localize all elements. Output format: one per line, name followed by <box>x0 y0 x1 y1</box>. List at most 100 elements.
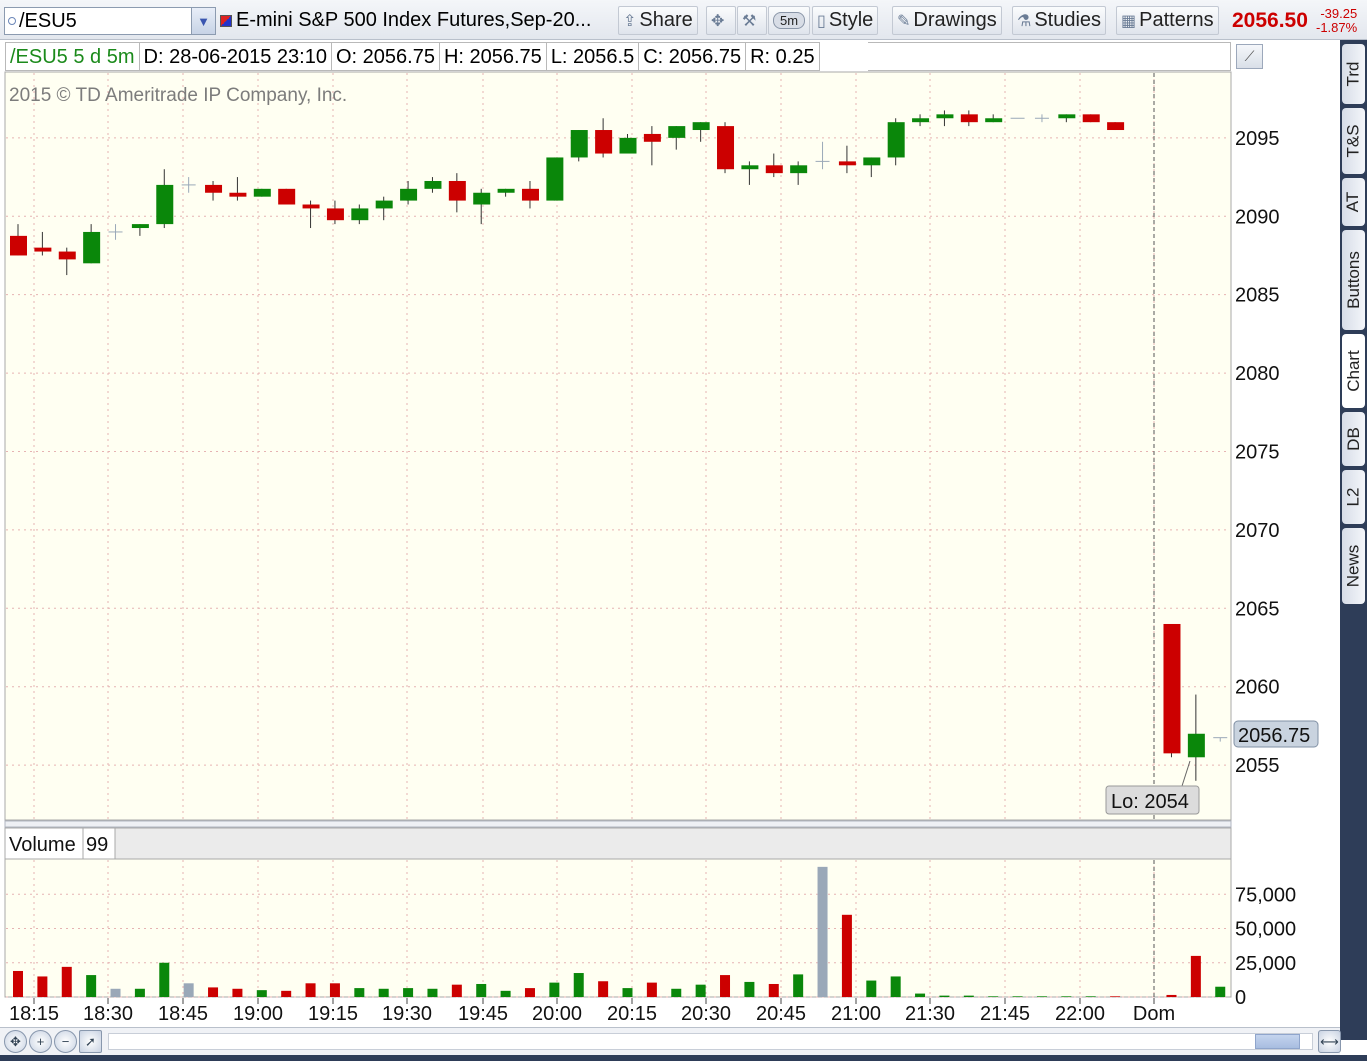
volume-bar <box>646 982 657 997</box>
price-tick-label: 2095 <box>1235 128 1280 150</box>
time-tick-label: 19:00 <box>233 1003 283 1025</box>
volume-tick-label: 0 <box>1235 987 1246 1009</box>
tab-trd[interactable]: Trd <box>1342 44 1365 104</box>
time-tick-label: 19:15 <box>308 1003 358 1025</box>
volume-bar <box>427 988 438 997</box>
volume-bar <box>110 988 121 997</box>
volume-bar <box>305 983 316 997</box>
volume-bar <box>915 993 926 997</box>
tab-buttons[interactable]: Buttons <box>1342 230 1365 330</box>
chart-area[interactable]: 2015 © TD Ameritrade IP Company, Inc. 20… <box>0 0 1340 1027</box>
panel-splitter[interactable] <box>4 820 1232 828</box>
scrollbar-thumb[interactable] <box>1255 1034 1300 1049</box>
copyright-text: 2015 © TD Ameritrade IP Company, Inc. <box>9 85 347 106</box>
volume-bar <box>403 988 414 997</box>
volume-bar <box>988 996 999 997</box>
candle-body <box>1058 114 1076 119</box>
time-tick-label: 20:00 <box>532 1003 582 1025</box>
pointer-icon[interactable]: ➚ <box>79 1030 102 1053</box>
candle-body <box>570 130 588 158</box>
volume-bar <box>159 962 170 997</box>
volume-bar <box>573 973 584 997</box>
candle-body <box>1163 623 1181 754</box>
price-tick-label: 2090 <box>1235 206 1280 228</box>
volume-bar <box>13 970 23 997</box>
candle-body <box>131 224 149 229</box>
candle-body <box>34 247 52 252</box>
zoom-out-icon[interactable]: − <box>54 1030 77 1053</box>
volume-bar <box>232 988 243 997</box>
time-tick-label: 21:45 <box>980 1003 1030 1025</box>
volume-axis: 75,000 50,000 25,000 0 <box>1235 884 1296 1009</box>
tab-time-and-sales[interactable]: T&S <box>1342 108 1365 174</box>
volume-bar <box>378 988 389 997</box>
volume-bar <box>841 914 852 997</box>
candle-body <box>83 231 101 264</box>
candle-body <box>448 180 466 201</box>
candle-body <box>668 126 686 138</box>
time-tick-label: 22:00 <box>1055 1003 1105 1025</box>
candle-body <box>1187 733 1205 758</box>
candle-body <box>595 130 613 154</box>
candle-body <box>253 188 271 197</box>
candle-body <box>473 192 491 205</box>
time-tick-label: Dom <box>1133 1003 1175 1025</box>
tab-l2[interactable]: L2 <box>1342 470 1365 524</box>
price-tick-label: 2065 <box>1235 598 1280 620</box>
volume-bar <box>1110 996 1121 997</box>
candle-body <box>58 251 76 260</box>
time-tick-label: 20:45 <box>756 1003 806 1025</box>
volume-bar <box>744 981 755 997</box>
volume-bar <box>890 976 901 997</box>
side-tab-strip: Trd T&S AT Buttons Chart DB L2 News <box>1340 40 1367 1040</box>
expand-icon[interactable]: ⟷ <box>1318 1030 1341 1053</box>
candle-body <box>326 208 344 221</box>
candle-body <box>887 122 905 158</box>
volume-bar <box>281 990 292 997</box>
tab-at[interactable]: AT <box>1342 178 1365 226</box>
volume-bar <box>476 983 487 997</box>
tab-news[interactable]: News <box>1342 528 1365 604</box>
price-tag: 2056.75 <box>1238 725 1310 747</box>
tab-db[interactable]: DB <box>1342 412 1365 466</box>
volume-bar <box>183 983 194 997</box>
candle-body <box>1107 122 1125 131</box>
volume-bar <box>793 974 804 997</box>
time-tick-label: 21:30 <box>905 1003 955 1025</box>
window-frame-bottom <box>0 1055 1367 1061</box>
volume-bar <box>622 988 633 997</box>
volume-bar <box>354 988 365 997</box>
volume-bar <box>1036 996 1047 997</box>
volume-bar <box>963 995 974 997</box>
volume-bar <box>598 981 609 997</box>
candle-body <box>1082 114 1100 123</box>
low-tag: Lo: 2054 <box>1111 791 1189 813</box>
price-tick-label: 2055 <box>1235 755 1280 777</box>
time-tick-label: 18:45 <box>158 1003 208 1025</box>
price-tick-label: 2085 <box>1235 285 1280 307</box>
candle-body <box>205 184 223 193</box>
volume-bar <box>86 975 97 997</box>
pan-icon[interactable]: ✥ <box>4 1030 27 1053</box>
volume-bar <box>720 975 731 997</box>
price-tick-label: 2070 <box>1235 520 1280 542</box>
time-tick-label: 18:15 <box>9 1003 59 1025</box>
tab-chart[interactable]: Chart <box>1342 334 1365 408</box>
horizontal-scrollbar[interactable] <box>108 1033 1313 1050</box>
candle-body <box>741 165 759 170</box>
zoom-in-icon[interactable]: + <box>29 1030 52 1053</box>
volume-label: Volume <box>9 834 76 856</box>
volume-bar <box>1085 996 1096 997</box>
volume-header <box>4 827 1232 860</box>
candle-body <box>497 188 515 193</box>
volume-bar <box>500 990 511 997</box>
volume-bar <box>1166 994 1177 997</box>
candle-body <box>424 180 442 189</box>
candle-body <box>375 200 393 209</box>
candle-body <box>619 137 637 154</box>
volume-value: 99 <box>86 834 108 856</box>
candle-body <box>400 188 418 201</box>
price-axis: 2055 2060 2065 2070 2075 2080 2085 2090 2095 <box>1235 128 1280 777</box>
time-tick-label: 20:15 <box>607 1003 657 1025</box>
candle-body <box>521 188 539 201</box>
